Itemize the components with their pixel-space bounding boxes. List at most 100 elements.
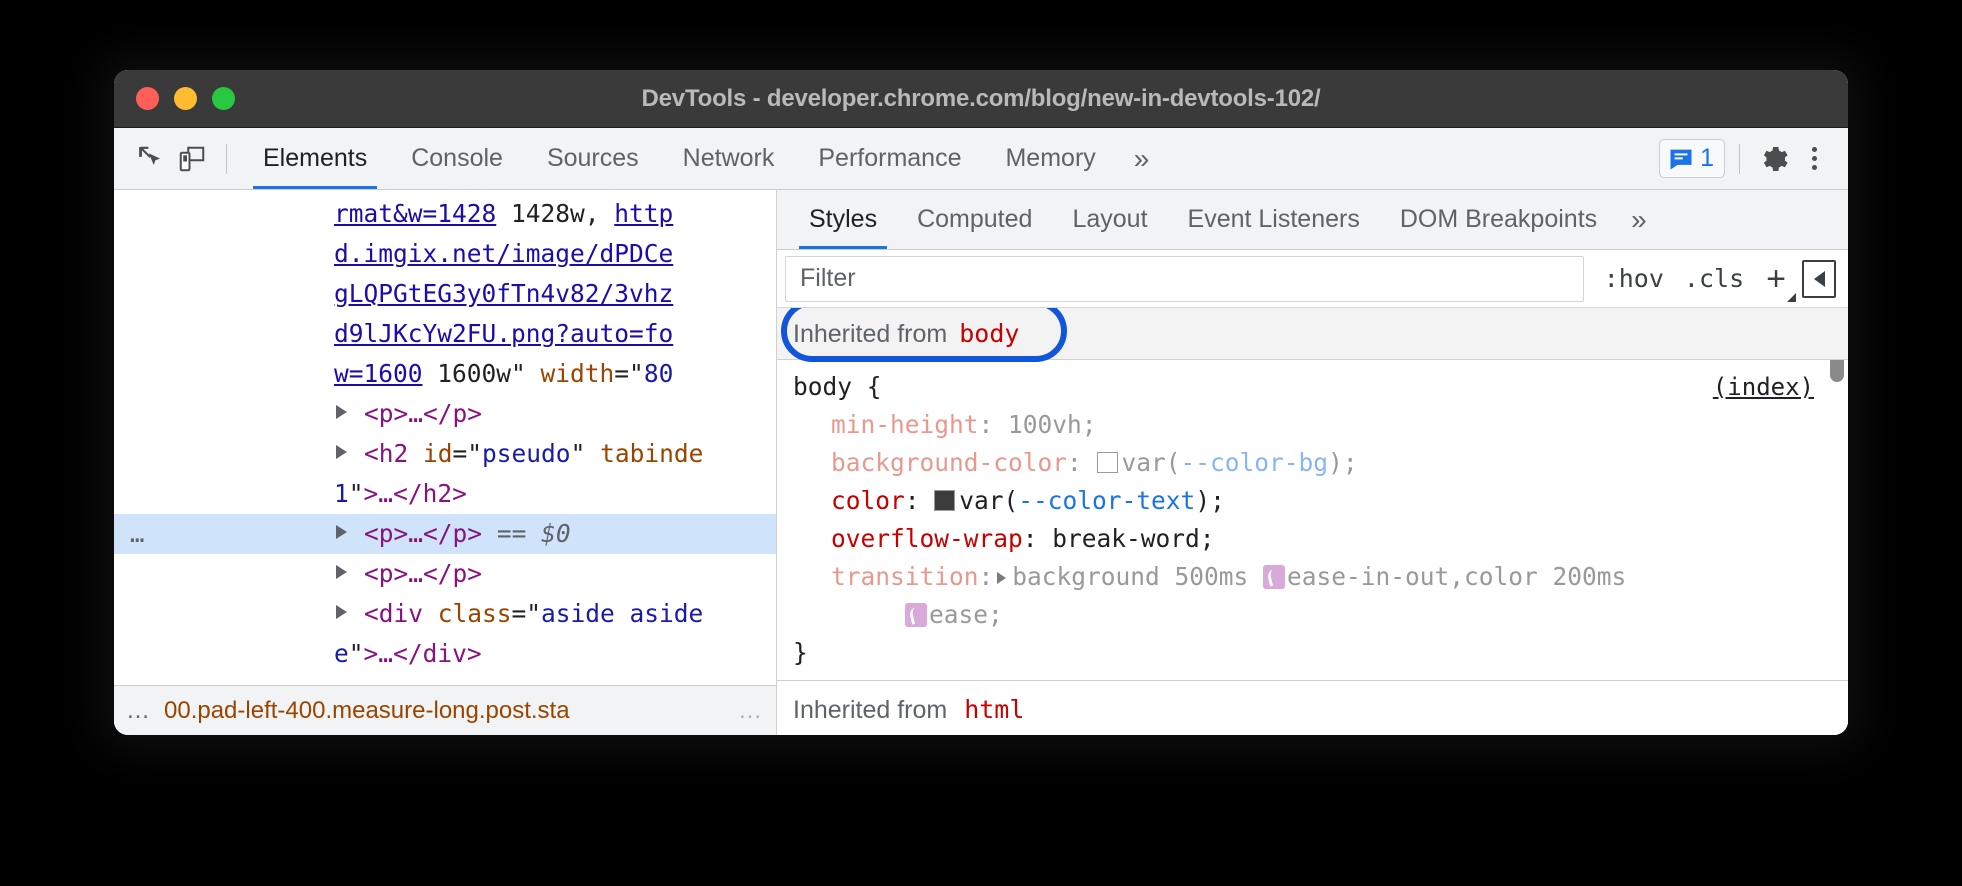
close-button[interactable] (136, 87, 159, 110)
new-style-rule-button[interactable]: + (1754, 262, 1802, 296)
attr-eq: =" (614, 359, 644, 388)
attr-sep: " (571, 439, 601, 468)
breadcrumb-item[interactable]: 00.pad-left-400.measure-long.post.sta (164, 697, 726, 725)
expand-arrow-icon[interactable] (997, 572, 1006, 584)
tab-elements[interactable]: Elements (241, 128, 389, 189)
property-value-suffix: ); (1195, 486, 1225, 515)
expand-arrow-icon[interactable] (336, 605, 347, 619)
cls-button[interactable]: .cls (1674, 264, 1754, 293)
tab-layout[interactable]: Layout (1052, 190, 1167, 249)
inherited-from-selector[interactable]: body (959, 315, 1019, 353)
expand-arrow-icon[interactable] (336, 565, 347, 579)
srcset-url-part[interactable]: gLQPGtEG3y0fTn4v82/3vhz (334, 279, 673, 308)
srcset-url-part[interactable]: http (614, 199, 673, 228)
property-name[interactable]: background-color (831, 448, 1067, 477)
elements-panel: rmat&w=1428 1428w, http d.imgix.net/imag… (114, 190, 777, 735)
tab-sources[interactable]: Sources (525, 128, 661, 189)
dom-row[interactable]: <div class="aside aside (114, 594, 776, 634)
dom-row[interactable]: <h2 id="pseudo" tabinde (114, 434, 776, 474)
dom-row[interactable]: e">…</div> (114, 634, 776, 674)
declaration-overflow-wrap[interactable]: overflow-wrap: break-word; (793, 520, 1848, 558)
color-swatch-icon[interactable] (934, 490, 955, 511)
bezier-curve-icon[interactable] (1263, 565, 1285, 589)
css-rule-body[interactable]: body { (index) min-height: 100vh; backgr… (777, 360, 1848, 681)
css-variable[interactable]: --color-text (1018, 486, 1195, 515)
issues-badge[interactable]: 1 (1659, 139, 1725, 178)
dom-row[interactable]: <p>…</p> (114, 394, 776, 434)
property-name[interactable]: min-height (831, 410, 979, 439)
attr-value: aside aside (541, 599, 703, 628)
expand-arrow-icon[interactable] (336, 525, 347, 539)
expand-arrow-icon[interactable] (336, 405, 347, 419)
tab-event-listeners[interactable]: Event Listeners (1168, 190, 1380, 249)
dom-row[interactable]: d.imgix.net/image/dPDCe (114, 234, 776, 274)
declaration-transition-continued[interactable]: ease; (793, 596, 1848, 634)
gear-icon[interactable] (1754, 139, 1794, 179)
tab-styles[interactable]: Styles (789, 190, 897, 249)
property-colon: : (1067, 448, 1097, 477)
dom-row-selected[interactable]: … <p>…</p> == $0 (114, 514, 776, 554)
property-value[interactable]: 100vh; (1008, 410, 1097, 439)
tag-close: </p> (423, 559, 482, 588)
srcset-url-part[interactable]: w=1600 (334, 359, 423, 388)
dom-row[interactable]: d9lJKcYw2FU.png?auto=fo (114, 314, 776, 354)
declaration-color[interactable]: color: var(--color-text); (793, 482, 1848, 520)
tab-dom-breakpoints[interactable]: DOM Breakpoints (1380, 190, 1617, 249)
attr-value: 1 (334, 479, 349, 508)
dom-row[interactable]: w=1600 1600w" width="80 (114, 354, 776, 394)
more-styles-tabs-icon[interactable]: » (1617, 190, 1661, 249)
css-variable[interactable]: --color-bg (1181, 448, 1329, 477)
tag-close: </h2> (393, 479, 467, 508)
devtools-main: rmat&w=1428 1428w, http d.imgix.net/imag… (114, 190, 1848, 735)
dom-row[interactable]: gLQPGtEG3y0fTn4v82/3vhz (114, 274, 776, 314)
attr-value: e (334, 639, 349, 668)
toggle-sidebar-icon[interactable] (1802, 260, 1836, 298)
tab-console[interactable]: Console (389, 128, 525, 189)
inspect-element-icon[interactable] (132, 139, 172, 179)
device-toolbar-icon[interactable] (172, 139, 212, 179)
declaration-min-height[interactable]: min-height: 100vh; (793, 406, 1848, 444)
toolbar-divider (226, 144, 227, 174)
dom-row[interactable]: 1">…</h2> (114, 474, 776, 514)
property-name[interactable]: color (831, 486, 905, 515)
srcset-url-part[interactable]: rmat&w=1428 (334, 199, 496, 228)
tab-network[interactable]: Network (661, 128, 797, 189)
dom-tree[interactable]: rmat&w=1428 1428w, http d.imgix.net/imag… (114, 190, 776, 685)
srcset-url-part[interactable]: d9lJKcYw2FU.png?auto=fo (334, 319, 673, 348)
color-swatch-icon[interactable] (1097, 452, 1118, 473)
attr-value: 80 (644, 359, 674, 388)
styles-filter-input[interactable]: Filter (785, 256, 1584, 302)
expand-arrow-icon[interactable] (336, 445, 347, 459)
styles-tab-bar: Styles Computed Layout Event Listeners D… (777, 190, 1848, 250)
srcset-url-part[interactable]: d.imgix.net/image/dPDCe (334, 239, 673, 268)
property-colon: : (905, 486, 935, 515)
dom-row[interactable]: <p>…</p> (114, 554, 776, 594)
declaration-background-color[interactable]: background-color: var(--color-bg); (793, 444, 1848, 482)
declaration-transition[interactable]: transition:background 500ms ease-in-out,… (793, 558, 1848, 596)
more-tabs-icon[interactable]: » (1118, 128, 1166, 189)
styles-filter-row: Filter :hov .cls + (777, 250, 1848, 308)
property-value-suffix: ); (1328, 448, 1358, 477)
hov-button[interactable]: :hov (1594, 264, 1674, 293)
inherited-from-selector[interactable]: html (964, 695, 1024, 724)
property-name[interactable]: transition (831, 562, 979, 591)
dom-row[interactable]: rmat&w=1428 1428w, http (114, 194, 776, 234)
breadcrumb-overflow-left[interactable]: … (126, 697, 152, 725)
breadcrumb-overflow-right[interactable]: … (738, 697, 764, 725)
tab-computed[interactable]: Computed (897, 190, 1052, 249)
screen-root: DevTools - developer.chrome.com/blog/new… (0, 0, 1962, 886)
property-value[interactable]: break-word; (1052, 524, 1214, 553)
minimize-button[interactable] (174, 87, 197, 110)
tab-performance[interactable]: Performance (796, 128, 983, 189)
rule-source-link[interactable]: (index) (1713, 368, 1814, 406)
tab-memory[interactable]: Memory (983, 128, 1117, 189)
tag-close: </div> (393, 639, 482, 668)
property-name[interactable]: overflow-wrap (831, 524, 1023, 553)
bezier-curve-icon[interactable] (905, 603, 927, 627)
row-overflow-ellipsis[interactable]: … (130, 514, 146, 554)
styles-rules-list[interactable]: Inherited from body body { (index) min-h… (777, 308, 1848, 735)
zoom-button[interactable] (212, 87, 235, 110)
rule-selector[interactable]: body { (793, 368, 1848, 406)
tag-end: > (364, 479, 379, 508)
kebab-menu-icon[interactable] (1794, 139, 1834, 179)
